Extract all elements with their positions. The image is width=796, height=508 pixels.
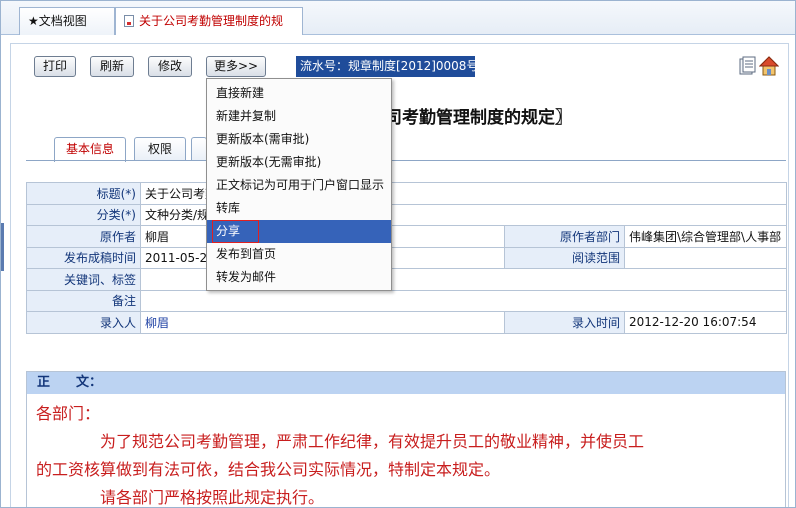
document-info-table: 标题(*) 关于公司考勤 分类(*) 文种分类/规 原作者 柳眉 原作者部门 伟… <box>26 182 787 334</box>
category-label: 分类(*) <box>26 203 141 226</box>
document-icon <box>124 15 134 27</box>
author-dept-label: 原作者部门 <box>504 225 625 248</box>
table-row: 关键词、标签 <box>26 268 787 291</box>
body-heading: 正 文： <box>27 372 785 394</box>
tab-current-document-label: 关于公司考勤管理制度的规 <box>139 14 284 28</box>
menu-item-transfer[interactable]: 转库 <box>207 197 391 220</box>
menu-item-update-no-approval[interactable]: 更新版本(无需审批) <box>207 151 391 174</box>
document-title: 司考勤管理制度的规定〗 <box>385 108 572 128</box>
body-line: 请各部门严格按照此规定执行。 <box>100 488 325 507</box>
table-row: 备注 <box>26 289 787 312</box>
focus-highlight-box <box>212 220 259 243</box>
menu-item-update-approval[interactable]: 更新版本(需审批) <box>207 128 391 151</box>
entered-time-value: 2012-12-20 16:07:54 <box>624 311 787 334</box>
table-row: 原作者 柳眉 原作者部门 伟峰集团\综合管理部\人事部 <box>26 225 787 248</box>
keywords-label: 关键词、标签 <box>26 268 141 291</box>
menu-item-new-copy[interactable]: 新建并复制 <box>207 105 391 128</box>
tab-more[interactable] <box>191 137 207 161</box>
tab-basic-info[interactable]: 基本信息 <box>54 137 126 162</box>
author-label: 原作者 <box>26 225 141 248</box>
print-button[interactable]: 打印 <box>34 56 76 77</box>
app-frame: ★文档视图 关于公司考勤管理制度的规 打印 刷新 修改 更多>> 流水号：规章制… <box>0 0 796 508</box>
document-body: 正 文： 各部门： 为了规范公司考勤管理，严肃工作纪律，有效提升员工的敬业精神，… <box>26 371 786 507</box>
menu-item-portal-display[interactable]: 正文标记为可用于门户窗口显示 <box>207 174 391 197</box>
author-dept-value: 伟峰集团\综合管理部\人事部 <box>624 225 787 248</box>
table-row: 录入人 柳眉 录入时间 2012-12-20 16:07:54 <box>26 311 787 334</box>
left-edge-marker <box>1 223 4 271</box>
home-icon[interactable] <box>759 55 779 77</box>
menu-item-forward-email[interactable]: 转发为邮件 <box>207 266 391 289</box>
window-tab-bar: ★文档视图 关于公司考勤管理制度的规 <box>1 1 795 35</box>
remark-label: 备注 <box>26 289 141 312</box>
more-dropdown-menu: 直接新建 新建并复制 更新版本(需审批) 更新版本(无需审批) 正文标记为可用于… <box>206 78 392 291</box>
remark-value <box>140 289 787 312</box>
serial-number-badge: 流水号：规章制度[2012]0008号 <box>296 56 475 77</box>
read-scope-value <box>624 246 787 269</box>
entered-time-label: 录入时间 <box>504 311 625 334</box>
table-row: 标题(*) 关于公司考勤 <box>26 182 787 205</box>
title-label: 标题(*) <box>26 182 141 205</box>
menu-item-publish-home[interactable]: 发布到首页 <box>207 243 391 266</box>
table-row: 发布成稿时间 2011-05-20 阅读范围 <box>26 246 787 269</box>
page-view-icon[interactable] <box>737 55 757 77</box>
menu-item-new[interactable]: 直接新建 <box>207 82 391 105</box>
table-row: 分类(*) 文种分类/规 <box>26 203 787 226</box>
body-line: 的工资核算做到有法可依，结合我公司实际情况，特制定本规定。 <box>36 460 501 479</box>
edit-button[interactable]: 修改 <box>148 56 192 77</box>
tab-document-view-label: ★文档视图 <box>28 14 87 28</box>
published-label: 发布成稿时间 <box>26 246 141 269</box>
body-line: 各部门： <box>36 404 101 423</box>
entered-by-label: 录入人 <box>26 311 141 334</box>
info-tab-underline <box>26 160 786 161</box>
refresh-button[interactable]: 刷新 <box>90 56 134 77</box>
entered-by-value[interactable]: 柳眉 <box>140 311 505 334</box>
body-text: 各部门： 为了规范公司考勤管理，严肃工作纪律，有效提升员工的敬业精神，并使员工 … <box>36 400 781 507</box>
more-button[interactable]: 更多>> <box>206 56 266 77</box>
body-line: 为了规范公司考勤管理，严肃工作纪律，有效提升员工的敬业精神，并使员工 <box>100 432 645 451</box>
tab-current-document[interactable]: 关于公司考勤管理制度的规 <box>115 7 303 35</box>
tab-document-view[interactable]: ★文档视图 <box>19 7 115 35</box>
menu-item-share[interactable]: 分享 <box>207 220 391 243</box>
tab-permissions[interactable]: 权限 <box>134 137 186 161</box>
read-scope-label: 阅读范围 <box>504 246 625 269</box>
